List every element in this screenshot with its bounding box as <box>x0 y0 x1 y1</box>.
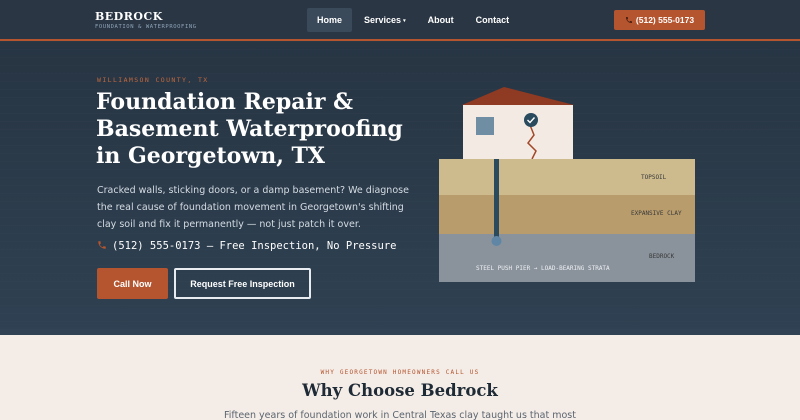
header-phone-button[interactable]: (512) 555-0173 <box>614 10 705 30</box>
nav-item-home[interactable]: Home <box>307 8 353 32</box>
nav-item-label: Services <box>364 15 402 25</box>
request-inspection-button[interactable]: Request Free Inspection <box>174 268 311 299</box>
why-eyebrow: WHY GEORGETOWN HOMEOWNERS CALL US <box>320 369 480 376</box>
clay-label: EXPANSIVE CLAY <box>631 210 682 217</box>
hero-phone-line[interactable]: (512) 555-0173 — Free Inspection, No Pre… <box>97 240 396 252</box>
hero-section: WILLIAMSON COUNTY, TX Foundation Repair … <box>0 41 800 335</box>
house-window <box>476 117 494 135</box>
nav-item-label: Contact <box>475 15 510 25</box>
brand-logo[interactable]: BEDROCK FOUNDATION & WATERPROOFING <box>95 10 197 30</box>
pier-caption: STEEL PUSH PIER → LOAD-BEARING STRATA <box>476 265 610 272</box>
hero-eyebrow: WILLIAMSON COUNTY, TX <box>97 76 209 84</box>
nav-item-label: About <box>427 15 454 25</box>
nav-item-services[interactable]: Services ▾ <box>354 8 416 32</box>
header-phone-label: (512) 555-0173 <box>635 15 695 25</box>
phone-icon <box>625 17 632 23</box>
why-title: Why Choose Bedrock <box>302 381 498 400</box>
why-choose-section: WHY GEORGETOWN HOMEOWNERS CALL US Why Ch… <box>0 335 800 420</box>
nav-item-about[interactable]: About <box>418 8 464 32</box>
topsoil-label: TOPSOIL <box>641 174 667 181</box>
bedrock-label: BEDROCK <box>649 253 675 260</box>
brand-name: BEDROCK <box>95 10 163 23</box>
nav-item-label: Home <box>317 15 343 25</box>
hero-title: Foundation Repair & Basement Waterproofi… <box>96 89 403 169</box>
call-now-button[interactable]: Call Now <box>97 268 168 299</box>
check-icon <box>524 113 538 127</box>
foundation-pier-illustration: TOPSOIL EXPANSIVE CLAY BEDROCK STEEL PUS… <box>439 87 695 282</box>
house-roof <box>462 87 574 105</box>
brand-tagline: FOUNDATION & WATERPROOFING <box>95 24 197 30</box>
hero-phone-text: (512) 555-0173 — Free Inspection, No Pre… <box>112 240 397 252</box>
pier-base <box>491 236 502 246</box>
steel-pier <box>494 159 499 241</box>
chevron-down-icon: ▾ <box>403 17 406 24</box>
hero-subtitle: Cracked walls, sticking doors, or a damp… <box>97 185 409 230</box>
phone-icon <box>98 241 106 249</box>
nav-item-contact[interactable]: Contact <box>466 8 520 32</box>
why-text: Fifteen years of foundation work in Cent… <box>224 410 576 420</box>
site-header: BEDROCK FOUNDATION & WATERPROOFING Home … <box>0 0 800 41</box>
main-nav: Home Services ▾ About Contact <box>307 8 521 32</box>
